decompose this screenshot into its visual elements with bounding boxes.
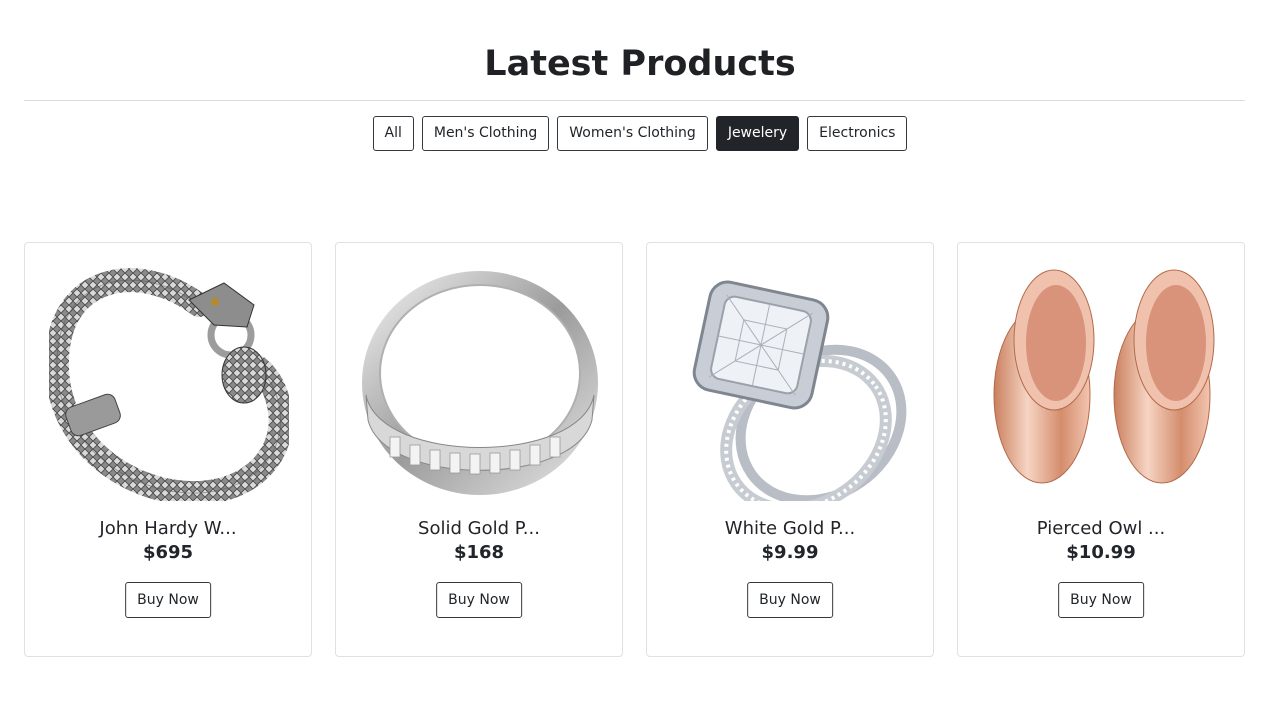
filter-jewelery-button[interactable]: Jewelery [715,116,800,151]
product-page: Latest Products All Men's Clothing Women… [0,0,1280,720]
filter-electronics-button[interactable]: Electronics [807,116,908,151]
filter-all-button[interactable]: All [372,116,414,151]
product-card: White Gold P... $9.99 Buy Now [646,242,934,657]
divider [24,100,1245,101]
product-image[interactable] [360,265,600,501]
product-title: Pierced Owl ... [1036,518,1166,539]
buy-now-button[interactable]: Buy Now [1058,582,1144,618]
product-grid: John Hardy W... $695 Buy Now Solid Gold … [24,242,1245,657]
category-filters: All Men's Clothing Women's Clothing Jewe… [0,116,1280,151]
silver-ring-image [362,271,598,495]
product-image[interactable] [671,265,911,501]
product-card: Pierced Owl ... $10.99 Buy Now [957,242,1245,657]
buy-now-button[interactable]: Buy Now [125,582,211,618]
product-card: John Hardy W... $695 Buy Now [24,242,312,657]
product-price: $695 [142,542,194,563]
product-price: $10.99 [1066,542,1136,563]
product-price: $168 [453,542,505,563]
product-price: $9.99 [761,542,819,563]
product-title: White Gold P... [724,518,856,539]
product-card: Solid Gold P... $168 Buy Now [335,242,623,657]
buy-now-button[interactable]: Buy Now [436,582,522,618]
rose-gold-plugs-image [993,269,1215,484]
silver-bracelet-image [49,268,289,501]
filter-womens-clothing-button[interactable]: Women's Clothing [557,116,708,151]
filter-mens-clothing-button[interactable]: Men's Clothing [421,116,550,151]
product-title: Solid Gold P... [418,518,540,539]
product-image[interactable] [49,265,289,501]
product-image[interactable] [982,265,1222,501]
page-title: Latest Products [484,44,796,84]
diamond-ring-image [692,280,907,501]
product-title: John Hardy W... [99,518,237,539]
buy-now-button[interactable]: Buy Now [747,582,833,618]
